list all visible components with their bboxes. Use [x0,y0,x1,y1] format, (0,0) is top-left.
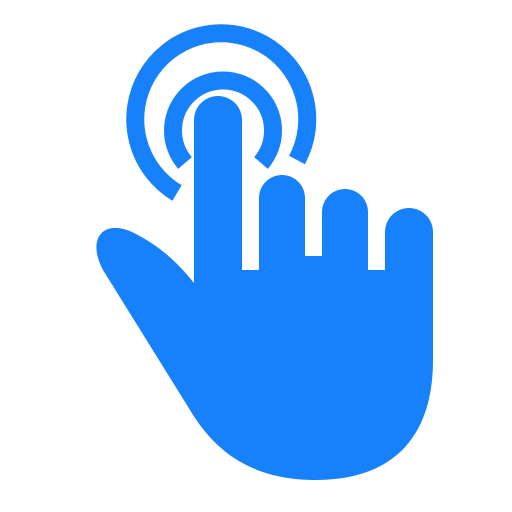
icon-canvas [0,0,512,512]
tap-gesture-icon [96,24,434,480]
